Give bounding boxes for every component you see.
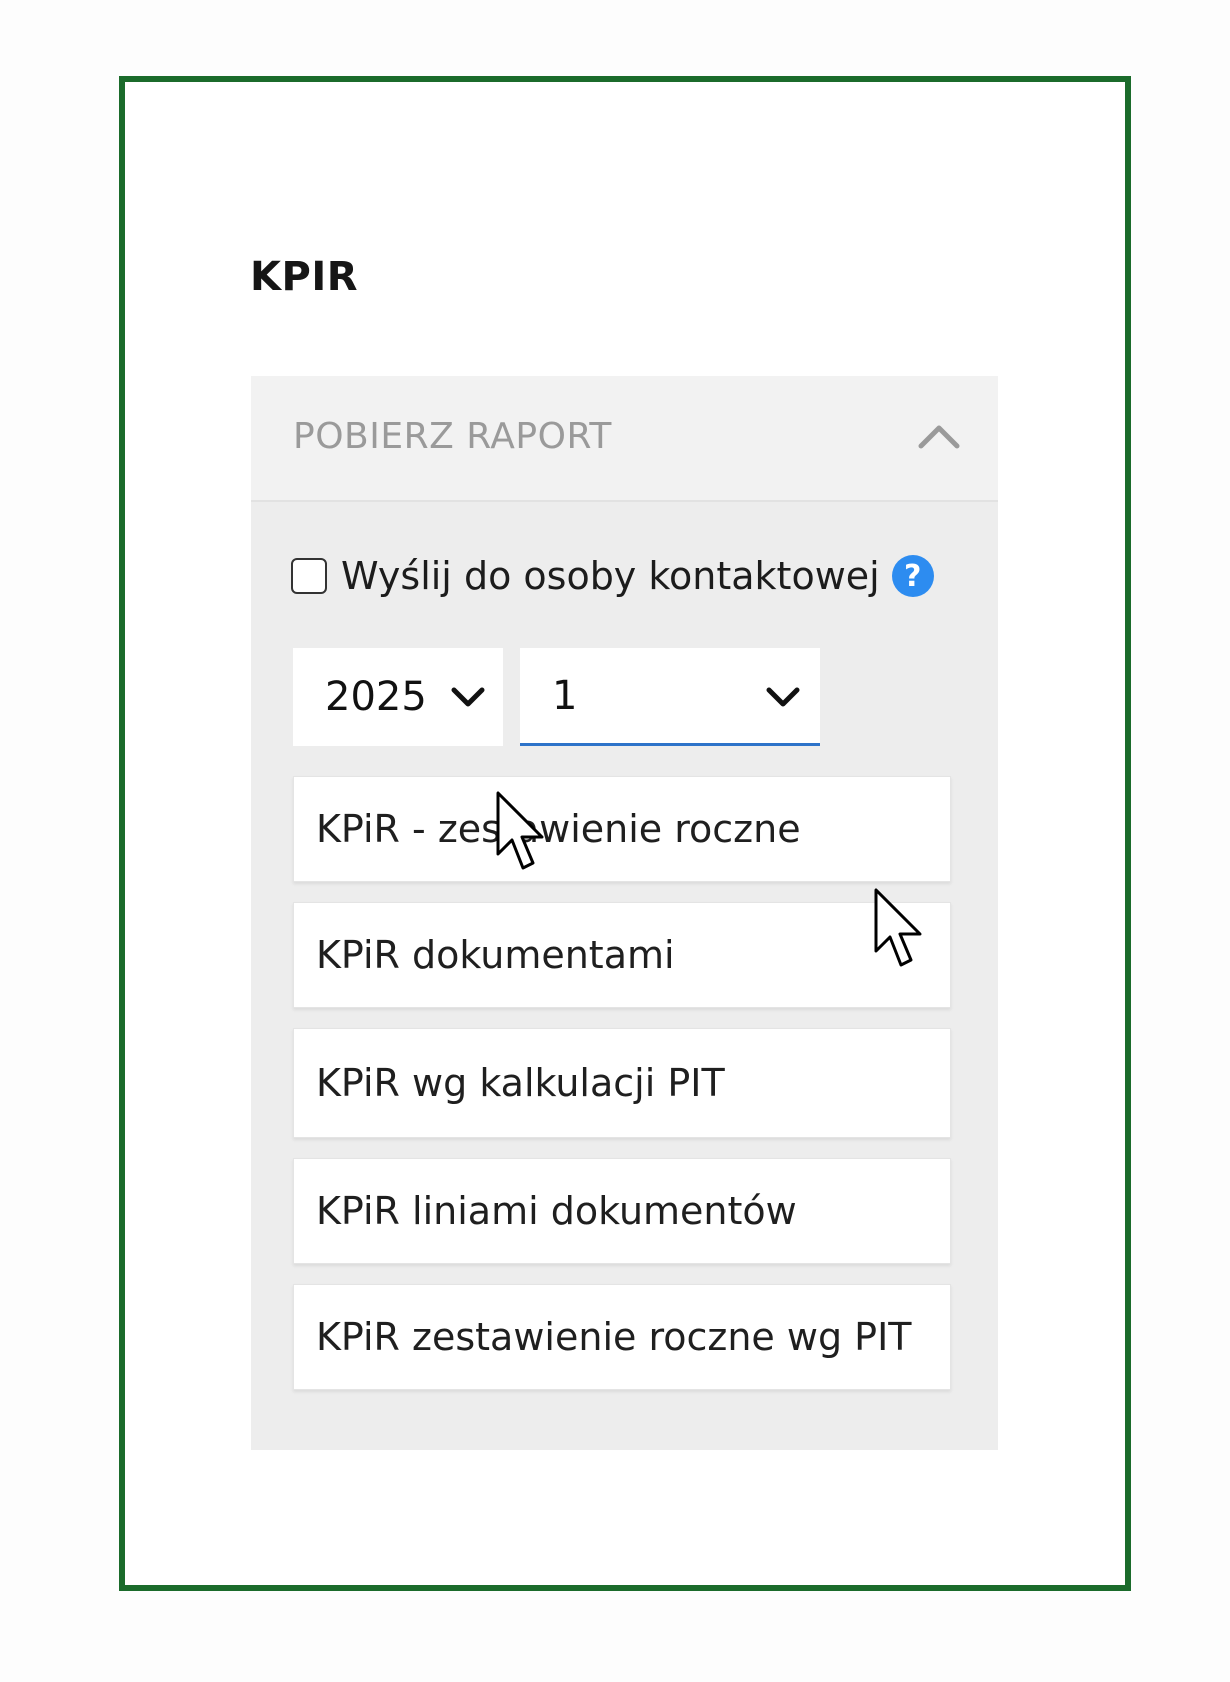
report-item-annual-summary-by-pit[interactable]: KPiR zestawienie roczne wg PIT — [293, 1284, 951, 1390]
page-title: KPIR — [250, 254, 358, 300]
report-item-by-documents[interactable]: KPiR dokumentami — [293, 902, 951, 1008]
chevron-down-icon — [766, 687, 800, 707]
year-select[interactable]: 2025 — [293, 648, 503, 746]
report-item-by-pit-calculation[interactable]: KPiR wg kalkulacji PIT — [293, 1028, 951, 1138]
month-select-value: 1 — [552, 672, 578, 719]
send-to-contact-row: Wyślij do osoby kontaktowej ? — [291, 546, 934, 606]
panel-header-toggle[interactable]: POBIERZ RAPORT — [251, 376, 998, 502]
download-report-panel: POBIERZ RAPORT Wyślij do osoby kontaktow… — [251, 376, 998, 1450]
chevron-down-icon — [451, 687, 485, 707]
send-to-contact-label[interactable]: Wyślij do osoby kontaktowej — [341, 554, 880, 598]
question-mark-icon[interactable]: ? — [891, 555, 934, 597]
report-list: KPiR - zestawienie roczne KPiR dokumenta… — [293, 776, 951, 1410]
report-item-by-document-lines[interactable]: KPiR liniami dokumentów — [293, 1158, 951, 1264]
report-item-annual-summary[interactable]: KPiR - zestawienie roczne — [293, 776, 951, 882]
chevron-up-icon[interactable] — [915, 416, 963, 456]
year-select-value: 2025 — [325, 674, 427, 720]
send-to-contact-checkbox[interactable] — [291, 558, 327, 594]
panel-header-label: POBIERZ RAPORT — [293, 416, 612, 457]
month-select[interactable]: 1 — [520, 648, 820, 746]
